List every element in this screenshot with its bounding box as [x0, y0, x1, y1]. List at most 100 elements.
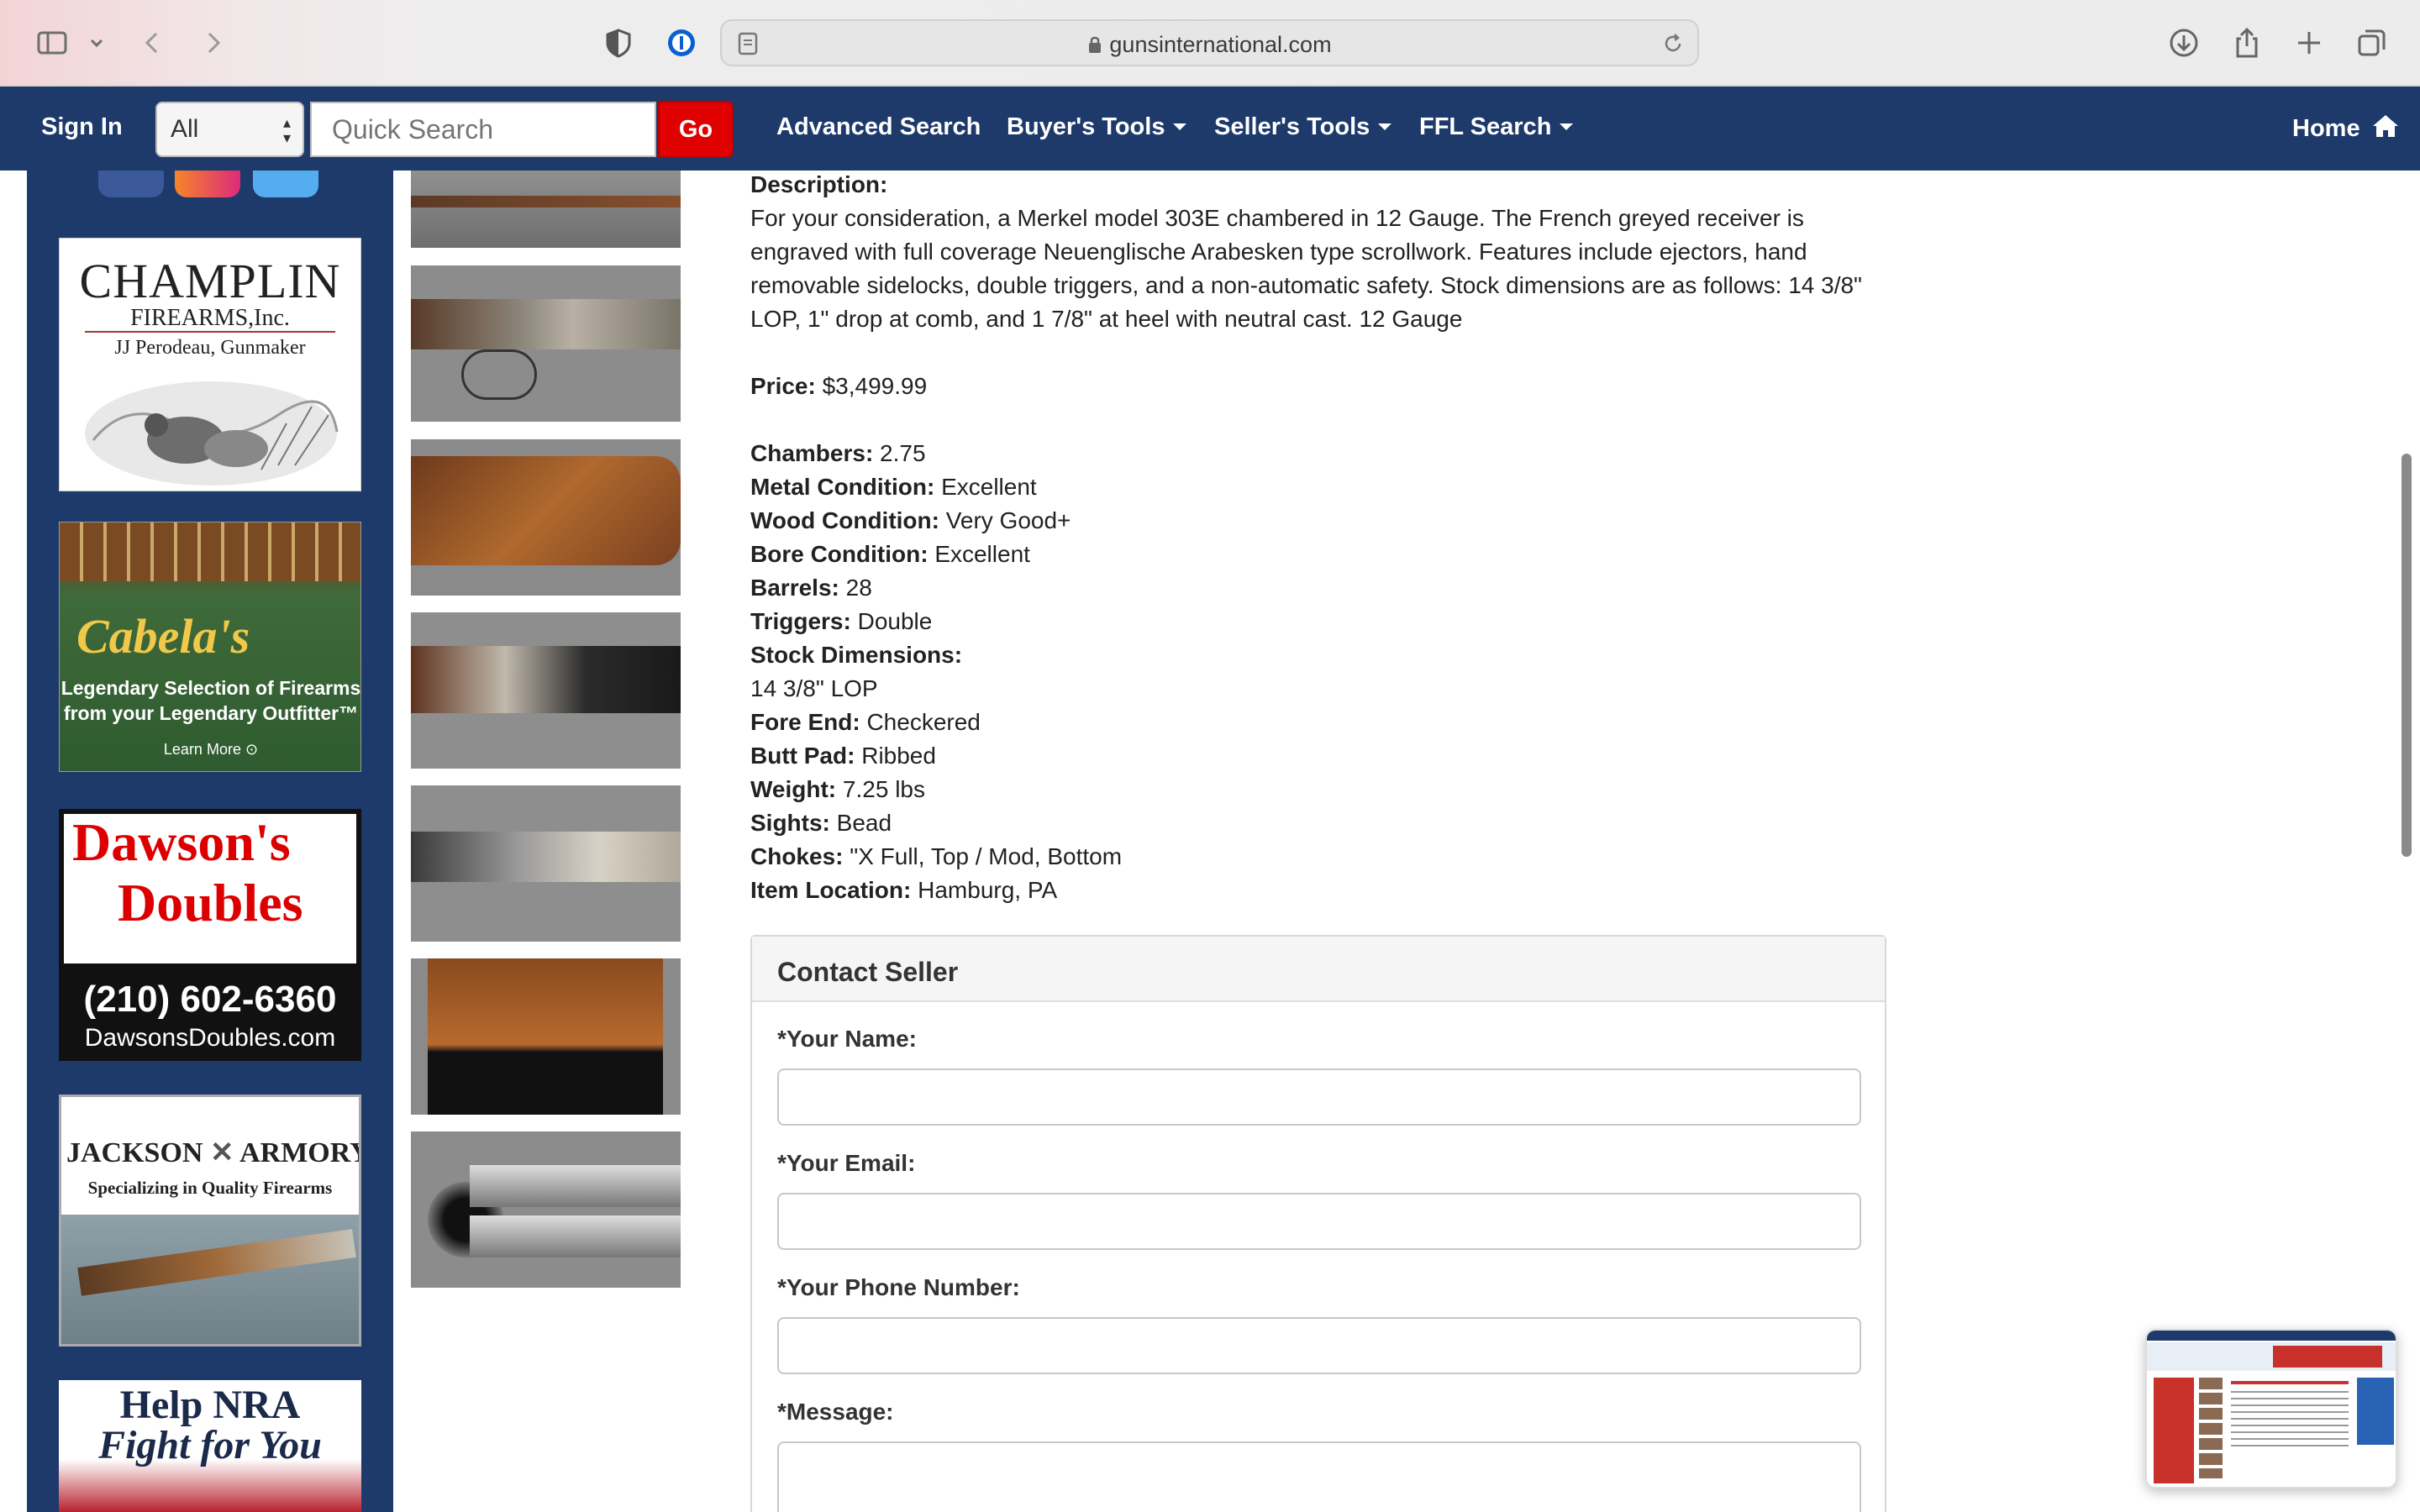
spec-value: Checkered	[866, 709, 981, 735]
product-thumbnail[interactable]	[411, 1131, 681, 1288]
product-thumbnail[interactable]	[411, 439, 681, 596]
dawsons-line1: Dawson's	[72, 812, 291, 872]
spec-list: Chambers: 2.75 Metal Condition: Excellen…	[750, 437, 1885, 907]
category-select-value: All	[171, 115, 199, 143]
spec-label: Triggers:	[750, 608, 851, 634]
dawsons-phone: (210) 602-6360	[83, 979, 337, 1020]
email-label: *Your Email:	[777, 1150, 916, 1176]
email-field[interactable]	[777, 1193, 1861, 1250]
new-tab-icon[interactable]	[2288, 22, 2330, 64]
spec-value: 2.75	[880, 440, 926, 466]
forward-icon[interactable]	[192, 22, 234, 64]
crossed-rifles-icon: ✕	[209, 1137, 234, 1168]
privacy-shield-icon[interactable]	[597, 22, 639, 64]
chevron-down-icon[interactable]	[76, 22, 118, 64]
select-arrows-icon: ▴ ▾	[282, 114, 291, 146]
dawsons-line2: Doubles	[118, 873, 303, 932]
buyers-tools-menu[interactable]: Buyer's Tools	[1007, 113, 1187, 141]
jackson-armory-ad[interactable]: JACKSON ✕ ARMORY Specializing in Quality…	[59, 1095, 361, 1347]
advanced-search-link[interactable]: Advanced Search	[776, 113, 981, 141]
nra-line2: Fight for You	[98, 1423, 322, 1467]
nra-ad[interactable]: Help NRA Fight for You	[59, 1380, 361, 1512]
spec-row: Chambers: 2.75	[750, 437, 1885, 470]
dawsons-site: DawsonsDoubles.com	[84, 1024, 336, 1052]
ffl-search-label: FFL Search	[1419, 113, 1552, 140]
product-thumbnail[interactable]	[411, 612, 681, 769]
facebook-icon[interactable]	[98, 171, 164, 197]
cabelas-learn-more[interactable]: Learn More	[164, 741, 241, 758]
product-thumbnail[interactable]	[411, 785, 681, 942]
spec-label: Barrels:	[750, 575, 839, 601]
listing-details: Description: For your consideration, a M…	[750, 168, 1885, 907]
jackson-brand-right: ARMORY	[239, 1137, 361, 1168]
share-icon[interactable]	[2226, 22, 2268, 64]
quick-search-input[interactable]	[310, 102, 656, 157]
instagram-icon[interactable]	[175, 171, 240, 197]
spec-row: Weight: 7.25 lbs	[750, 773, 1885, 806]
sidebar-toggle-icon[interactable]	[31, 22, 73, 64]
product-thumbnail[interactable]	[411, 171, 681, 248]
champlin-title: CHAMPLIN	[79, 254, 341, 308]
dawsons-doubles-ad[interactable]: Dawson's Doubles (210) 602-6360 DawsonsD…	[59, 809, 361, 1061]
spec-row: Triggers: Double	[750, 605, 1885, 638]
twitter-icon[interactable]	[253, 171, 318, 197]
password-manager-icon[interactable]	[660, 22, 702, 64]
buyers-tools-label: Buyer's Tools	[1007, 113, 1165, 140]
spec-label: Butt Pad:	[750, 743, 855, 769]
downloads-icon[interactable]	[2163, 22, 2205, 64]
product-thumbnail[interactable]	[411, 265, 681, 422]
play-icon: ⊙	[245, 741, 259, 758]
champlin-subtitle: FIREARMS,Inc.	[85, 306, 335, 333]
jackson-tagline: Specializing in Quality Firearms	[87, 1178, 333, 1198]
sellers-tools-menu[interactable]: Seller's Tools	[1214, 113, 1392, 141]
spec-label: Wood Condition:	[750, 507, 939, 533]
price-value: $3,499.99	[822, 373, 928, 399]
spec-row: Metal Condition: Excellent	[750, 470, 1885, 504]
spec-row: Item Location: Hamburg, PA	[750, 874, 1885, 907]
back-icon[interactable]	[132, 22, 174, 64]
go-button[interactable]: Go	[658, 101, 734, 158]
nra-line1: Help NRA	[119, 1383, 301, 1427]
url-text: gunsinternational.com	[1109, 32, 1332, 57]
spec-label: Fore End:	[750, 709, 860, 735]
home-link[interactable]: Home	[2292, 113, 2399, 143]
name-field[interactable]	[777, 1068, 1861, 1126]
spec-value: 14 3/8" LOP	[750, 675, 878, 701]
rifle-image	[61, 1215, 359, 1344]
spec-label: Bore Condition:	[750, 541, 929, 567]
spec-value: Hamburg, PA	[918, 877, 1058, 903]
cabelas-line1: Legendary Selection of Firearms	[60, 677, 361, 699]
spec-row: Wood Condition: Very Good+	[750, 504, 1885, 538]
reload-icon[interactable]	[1660, 31, 1686, 60]
spec-value: 28	[845, 575, 872, 601]
spec-value: Double	[857, 608, 933, 634]
spec-row: 14 3/8" LOP	[750, 672, 1885, 706]
product-thumbnail[interactable]	[411, 958, 681, 1115]
spec-value: Very Good+	[945, 507, 1071, 533]
spec-label: Chambers:	[750, 440, 874, 466]
category-select[interactable]: All ▴ ▾	[155, 102, 304, 157]
spec-value: Bead	[836, 810, 892, 836]
address-bar[interactable]: gunsinternational.com	[720, 19, 1699, 66]
message-label: *Message:	[777, 1399, 894, 1425]
spec-row: Bore Condition: Excellent	[750, 538, 1885, 571]
jackson-brand-left: JACKSON	[66, 1137, 203, 1168]
page-preview-thumbnail[interactable]	[2145, 1329, 2397, 1488]
lock-icon	[1089, 36, 1102, 53]
cabelas-ad[interactable]: Cabela's Legendary Selection of Firearms…	[59, 522, 361, 772]
description-text: For your consideration, a Merkel model 3…	[750, 205, 1862, 332]
ffl-search-menu[interactable]: FFL Search	[1419, 113, 1574, 141]
spec-label: Metal Condition:	[750, 474, 935, 500]
browser-toolbar: gunsinternational.com	[0, 0, 2420, 87]
champlin-tagline: JJ Perodeau, Gunmaker	[114, 337, 306, 359]
tab-overview-icon[interactable]	[2351, 22, 2393, 64]
message-field[interactable]	[777, 1441, 1861, 1512]
spec-value: "X Full, Top / Mod, Bottom	[850, 843, 1123, 869]
phone-label: *Your Phone Number:	[777, 1274, 1020, 1300]
sign-in-link[interactable]: Sign In	[41, 113, 123, 141]
phone-field[interactable]	[777, 1317, 1861, 1374]
page-scrollbar[interactable]	[2402, 454, 2412, 857]
champlin-firearms-ad[interactable]: CHAMPLIN FIREARMS,Inc. JJ Perodeau, Gunm…	[59, 238, 361, 491]
spec-value: Excellent	[934, 541, 1030, 567]
spec-label: Chokes:	[750, 843, 844, 869]
